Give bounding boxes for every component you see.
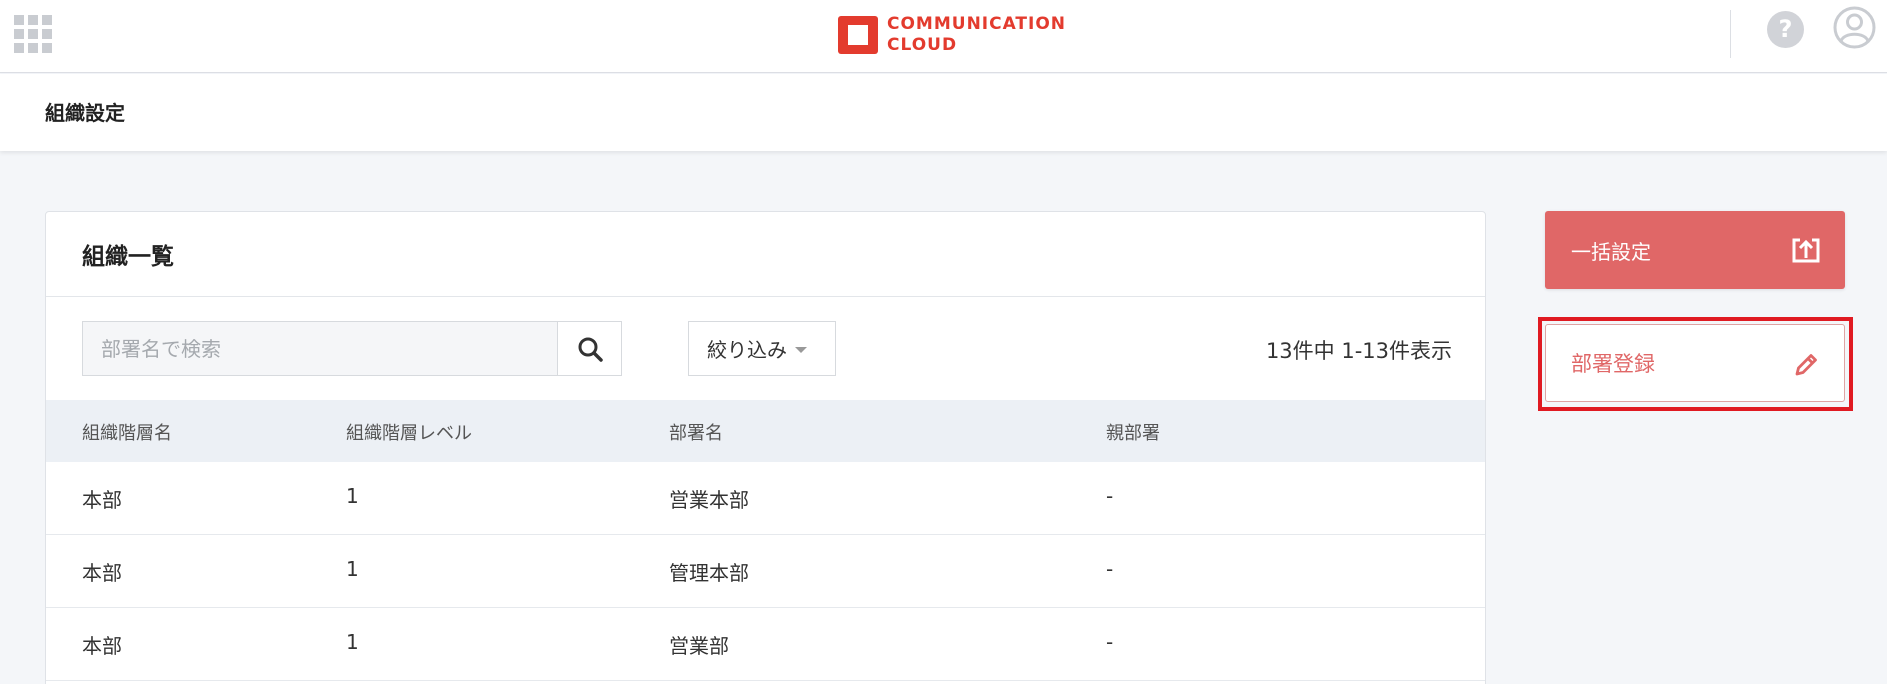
user-avatar-icon[interactable]: [1833, 6, 1876, 49]
cell-parent-department: -: [1106, 484, 1114, 508]
logo-mark-icon: [838, 16, 878, 54]
cell-hierarchy-name: 本部: [82, 561, 122, 585]
help-icon[interactable]: ?: [1767, 11, 1804, 48]
pencil-icon: [1792, 351, 1820, 384]
cell-parent-department: -: [1106, 630, 1114, 654]
organization-list-card: 組織一覧 絞り込み 13件中 1-13件表示 組織階層名 組織階層レベル 部署名…: [45, 211, 1486, 684]
register-department-button[interactable]: 部署登録: [1545, 324, 1845, 402]
list-toolbar: 絞り込み 13件中 1-13件表示: [82, 321, 1452, 377]
search-button[interactable]: [557, 321, 622, 376]
filter-dropdown[interactable]: 絞り込み: [688, 321, 836, 376]
cell-department-name[interactable]: 管理本部: [669, 557, 749, 586]
table-row[interactable]: 本部 1 営業本部 -: [46, 462, 1485, 535]
cell-department-name[interactable]: 営業部: [669, 630, 729, 659]
column-header-parent-department[interactable]: 親部署: [1106, 419, 1160, 445]
result-count: 13件中 1-13件表示: [1265, 339, 1452, 363]
header-divider: [1730, 10, 1731, 58]
table-row[interactable]: 本部 1 管理本部 -: [46, 535, 1485, 608]
bulk-settings-button[interactable]: 一括設定: [1545, 211, 1845, 289]
register-department-label: 部署登録: [1571, 352, 1655, 376]
apps-grid-icon[interactable]: [14, 15, 52, 53]
table-header: 組織階層名 組織階層レベル 部署名 親部署: [46, 400, 1485, 462]
card-title: 組織一覧: [82, 244, 174, 270]
card-header: 組織一覧: [46, 212, 1485, 297]
cell-hierarchy-level: 1: [346, 630, 359, 654]
communication-cloud-logo[interactable]: COMMUNICATION CLOUD: [838, 14, 1066, 56]
upload-icon: [1791, 236, 1821, 269]
department-search-input[interactable]: [82, 321, 558, 376]
column-header-hierarchy-level[interactable]: 組織階層レベル: [346, 419, 472, 445]
page-title-bar: 組織設定: [0, 74, 1887, 151]
cell-hierarchy-name: 本部: [82, 488, 122, 512]
cell-parent-department: -: [1106, 557, 1114, 581]
cell-hierarchy-level: 1: [346, 557, 359, 581]
column-header-hierarchy-name[interactable]: 組織階層名: [82, 419, 172, 445]
cell-hierarchy-level: 1: [346, 484, 359, 508]
filter-label: 絞り込み: [707, 338, 787, 362]
page-title: 組織設定: [45, 101, 125, 125]
column-header-department-name[interactable]: 部署名: [669, 419, 723, 445]
cell-department-name[interactable]: 営業本部: [669, 484, 749, 513]
logo-line-1: COMMUNICATION: [887, 14, 1067, 34]
logo-line-2: CLOUD: [887, 35, 958, 55]
search-icon: [578, 337, 603, 362]
top-header: COMMUNICATION CLOUD ?: [0, 0, 1887, 73]
bulk-settings-label: 一括設定: [1571, 239, 1651, 264]
chevron-down-icon: [795, 347, 807, 353]
table-row[interactable]: 本部 1 営業部 -: [46, 608, 1485, 681]
cell-hierarchy-name: 本部: [82, 634, 122, 658]
